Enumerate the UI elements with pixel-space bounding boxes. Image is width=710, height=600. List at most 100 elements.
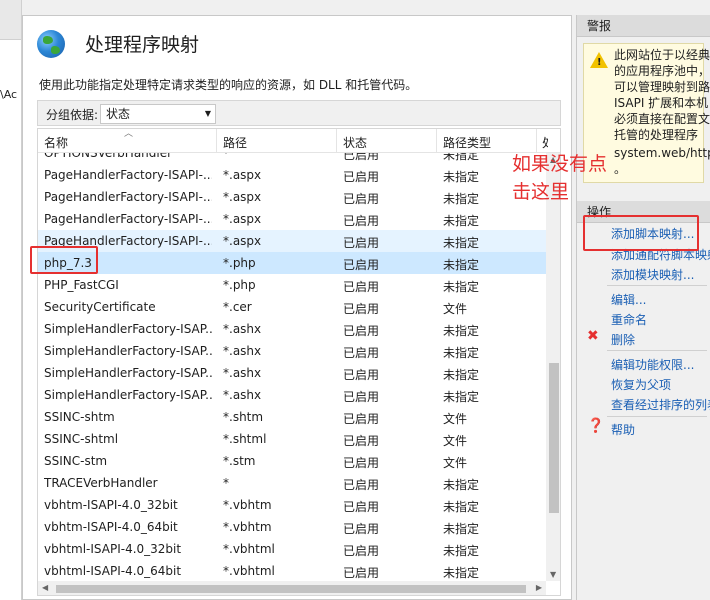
table-header: ︿ 名称 路径 状态 路径类型 处: [38, 129, 560, 153]
cell-path-type: 未指定: [443, 368, 480, 382]
cell-name: PageHandlerFactory-ISAPI-...: [44, 190, 212, 204]
table-row[interactable]: SSINC-shtm *.shtm 已启用 文件: [38, 406, 546, 428]
cell-path: *.vbhtml: [223, 564, 275, 578]
column-header-handler[interactable]: 处: [542, 134, 548, 151]
cell-state: 已启用: [343, 478, 380, 492]
column-separator[interactable]: [216, 129, 217, 153]
alert-text-line: ISAPI 扩展和本机: [614, 96, 709, 110]
column-header-path-type[interactable]: 路径类型: [443, 134, 491, 151]
cell-name: SSINC-stm: [44, 454, 108, 468]
action-rename[interactable]: 重命名: [611, 311, 647, 328]
cell-path-type: 未指定: [443, 280, 480, 294]
actions-divider: [607, 416, 707, 417]
cell-path: *.aspx: [223, 168, 262, 182]
cell-path: *.aspx: [223, 234, 262, 248]
action-edit[interactable]: 编辑...: [611, 291, 646, 308]
cell-path-type: 未指定: [443, 236, 480, 250]
feature-page: 处理程序映射 使用此功能指定处理特定请求类型的响应的资源，如 DLL 和托管代码…: [22, 15, 572, 600]
horizontal-scrollbar[interactable]: ◀ ▶: [38, 581, 546, 595]
action-revert-to-parent[interactable]: 恢复为父项: [611, 376, 671, 393]
action-edit-feature-permissions[interactable]: 编辑功能权限...: [611, 356, 694, 373]
table-row[interactable]: vbhtml-ISAPI-4.0_64bit *.vbhtml 已启用 未指定: [38, 560, 546, 582]
column-header-path[interactable]: 路径: [223, 134, 247, 151]
table-row[interactable]: SSINC-stm *.stm 已启用 文件: [38, 450, 546, 472]
table-row[interactable]: TRACEVerbHandler * 已启用 未指定: [38, 472, 546, 494]
table-row[interactable]: vbhtm-ISAPI-4.0_64bit *.vbhtm 已启用 未指定: [38, 516, 546, 538]
groupby-toolbar: 分组依据: 状态 ▼: [37, 100, 561, 126]
column-header-name[interactable]: 名称: [44, 134, 68, 151]
cell-path-type: 未指定: [443, 566, 480, 580]
table-row[interactable]: PHP_FastCGI *.php 已启用 未指定: [38, 274, 546, 296]
page-description: 使用此功能指定处理特定请求类型的响应的资源，如 DLL 和托管代码。: [39, 78, 418, 92]
table-row[interactable]: SSINC-shtml *.shtml 已启用 文件: [38, 428, 546, 450]
handler-mappings-table: ︿ 名称 路径 状态 路径类型 处 OPTIONSVerbHandler * 已…: [37, 128, 561, 596]
cell-path: *.ashx: [223, 388, 262, 402]
annotation-line: 击这里: [512, 181, 570, 203]
scrollbar-thumb[interactable]: [549, 363, 559, 513]
cell-state: 已启用: [343, 522, 380, 536]
table-row[interactable]: SecurityCertificate *.cer 已启用 文件: [38, 296, 546, 318]
scroll-left-icon[interactable]: ◀: [42, 583, 48, 592]
table-row[interactable]: PageHandlerFactory-ISAPI-... *.aspx 已启用 未指定: [38, 186, 546, 208]
action-view-ordered-list[interactable]: 查看经过排序的列表: [611, 396, 710, 413]
table-row[interactable]: PageHandlerFactory-ISAPI-... *.aspx 已启用 未指定: [38, 208, 546, 230]
column-separator[interactable]: [436, 129, 437, 153]
cell-state: 已启用: [343, 258, 380, 272]
column-header-state[interactable]: 状态: [343, 134, 367, 151]
cell-path-type: 未指定: [443, 478, 480, 492]
scroll-down-icon[interactable]: ▼: [550, 570, 556, 579]
cell-path: *.vbhtml: [223, 542, 275, 556]
top-edge: [0, 0, 710, 15]
cell-name: PageHandlerFactory-ISAPI-...: [44, 212, 212, 226]
groupby-select[interactable]: 状态 ▼: [100, 104, 216, 124]
cell-state: 已启用: [343, 368, 380, 382]
tree-node-fragment[interactable]: \Ac: [0, 88, 17, 101]
cell-name: vbhtml-ISAPI-4.0_64bit: [44, 564, 182, 578]
table-row[interactable]: SimpleHandlerFactory-ISAP... *.ashx 已启用 未指定: [38, 340, 546, 362]
cell-path: *.ashx: [223, 344, 262, 358]
table-row[interactable]: SimpleHandlerFactory-ISAP... *.ashx 已启用 未指定: [38, 362, 546, 384]
alert-text-line: system.web/http: [614, 146, 710, 160]
table-row[interactable]: SimpleHandlerFactory-ISAP... *.ashx 已启用 未指定: [38, 318, 546, 340]
alert-text-line: 必须直接在配置文: [614, 112, 710, 126]
table-body: OPTIONSVerbHandler * 已启用 未指定 PageHandler…: [38, 142, 546, 582]
scrollbar-thumb[interactable]: [56, 585, 526, 593]
cell-state: 已启用: [343, 390, 380, 404]
cell-path-type: 文件: [443, 412, 468, 426]
alert-text-line: 可以管理映射到路: [614, 80, 710, 94]
cell-name: PHP_FastCGI: [44, 278, 119, 292]
cell-name: SSINC-shtml: [44, 432, 119, 446]
cell-path: *.php: [223, 256, 256, 270]
cell-name: PageHandlerFactory-ISAPI-...: [44, 168, 212, 182]
table-row[interactable]: PageHandlerFactory-ISAPI-... *.aspx 已启用 未指定: [38, 230, 546, 252]
cell-state: 已启用: [343, 500, 380, 514]
table-row[interactable]: SimpleHandlerFactory-ISAP... *.ashx 已启用 未指定: [38, 384, 546, 406]
column-separator[interactable]: [336, 129, 337, 153]
cell-state: 已启用: [343, 434, 380, 448]
groupby-value: 状态: [106, 107, 131, 121]
table-row[interactable]: php_7.3 *.php 已启用 未指定: [38, 252, 546, 274]
cell-path-type: 文件: [443, 434, 468, 448]
table-row[interactable]: PageHandlerFactory-ISAPI-... *.aspx 已启用 未指定: [38, 164, 546, 186]
scroll-right-icon[interactable]: ▶: [536, 583, 542, 592]
vertical-scrollbar[interactable]: ▲ ▼: [546, 153, 560, 581]
cell-path-type: 文件: [443, 456, 468, 470]
cell-path-type: 未指定: [443, 214, 480, 228]
cell-path-type: 未指定: [443, 346, 480, 360]
action-help[interactable]: 帮助: [611, 421, 635, 438]
table-row[interactable]: vbhtml-ISAPI-4.0_32bit *.vbhtml 已启用 未指定: [38, 538, 546, 560]
action-add-module-map[interactable]: 添加模块映射...: [611, 266, 694, 283]
cell-path: *.aspx: [223, 190, 262, 204]
table-row[interactable]: vbhtm-ISAPI-4.0_32bit *.vbhtm 已启用 未指定: [38, 494, 546, 516]
cell-state: 已启用: [343, 324, 380, 338]
cell-name: TRACEVerbHandler: [44, 476, 158, 490]
cell-state: 已启用: [343, 302, 380, 316]
warning-exclamation: !: [597, 57, 602, 68]
annotation-highlight-add-script-map: [583, 215, 699, 251]
annotation-line: 如果没有点: [512, 153, 608, 175]
action-delete[interactable]: 删除: [611, 331, 635, 348]
cell-path-type: 未指定: [443, 390, 480, 404]
right-pane: 警报 ! 此网站位于以经典 的应用程序池中， 可以管理映射到路 ISAPI 扩展…: [576, 15, 710, 600]
cell-path: *.vbhtm: [223, 498, 272, 512]
cell-path-type: 未指定: [443, 522, 480, 536]
